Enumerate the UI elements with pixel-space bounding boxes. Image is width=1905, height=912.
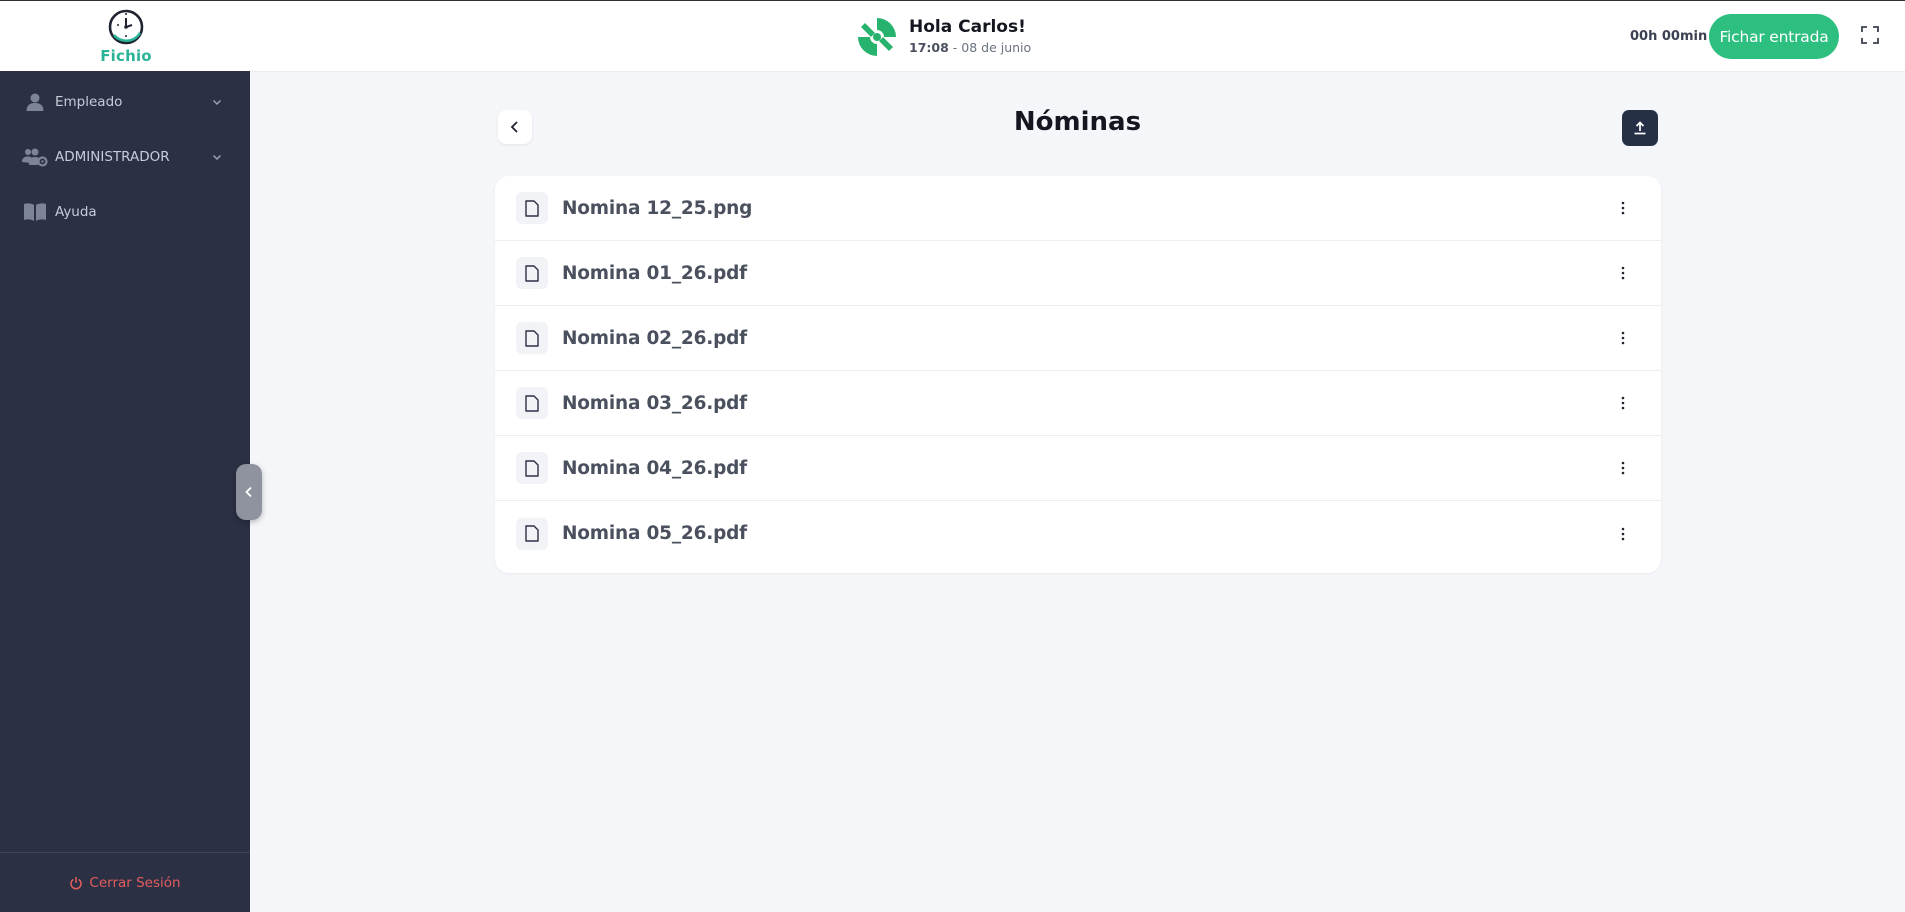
sidebar-item-ayuda[interactable]: Ayuda (0, 191, 250, 233)
more-options-icon[interactable] (1615, 261, 1631, 285)
avatar[interactable] (857, 17, 897, 57)
file-icon (516, 257, 548, 289)
chevron-left-icon (245, 486, 252, 498)
datetime-text: 17:08 - 08 de junio (909, 38, 1031, 58)
top-bar: Fichio Hola Carlos! 17:08 - 08 de junio … (0, 0, 1905, 71)
logout-label: Cerrar Sesión (89, 874, 181, 891)
file-row[interactable]: Nomina 05_26.pdf (495, 501, 1661, 566)
user-icon (22, 90, 48, 114)
file-name: Nomina 02_26.pdf (562, 327, 748, 349)
greeting-text: Hola Carlos! (909, 17, 1026, 37)
logo-text: Fichio (100, 47, 152, 65)
file-name: Nomina 01_26.pdf (562, 262, 748, 284)
power-icon (70, 876, 83, 889)
file-row[interactable]: Nomina 02_26.pdf (495, 306, 1661, 371)
file-name: Nomina 05_26.pdf (562, 523, 748, 544)
back-button[interactable] (498, 110, 532, 144)
chevron-left-icon (510, 121, 518, 133)
file-name: Nomina 12_25.png (562, 197, 753, 219)
fullscreen-icon[interactable] (1860, 25, 1880, 45)
upload-button[interactable] (1622, 110, 1658, 146)
file-row[interactable]: Nomina 12_25.png (495, 176, 1661, 241)
more-options-icon[interactable] (1615, 522, 1631, 546)
file-icon (516, 192, 548, 224)
chevron-down-icon (212, 154, 222, 161)
current-time: 17:08 (909, 40, 949, 55)
file-name: Nomina 03_26.pdf (562, 392, 748, 414)
file-icon (516, 452, 548, 484)
sidebar-collapse-handle[interactable] (236, 464, 262, 520)
more-options-icon[interactable] (1615, 326, 1631, 350)
worked-time: 00h 00min (1630, 29, 1708, 44)
file-icon (516, 387, 548, 419)
file-name: Nomina 04_26.pdf (562, 457, 748, 479)
file-row[interactable]: Nomina 03_26.pdf (495, 371, 1661, 436)
datetime-separator: - (948, 40, 962, 55)
page-title: Nóminas (1013, 107, 1142, 137)
file-icon (516, 322, 548, 354)
sidebar-item-empleado[interactable]: Empleado (0, 81, 250, 123)
sidebar-item-label: ADMINISTRADOR (55, 149, 170, 165)
users-gear-icon (22, 145, 48, 169)
more-options-icon[interactable] (1615, 196, 1631, 220)
chevron-down-icon (212, 99, 222, 106)
clock-in-button[interactable]: Fichar entrada (1709, 14, 1839, 59)
current-date: 08 de junio (961, 40, 1032, 55)
app-logo[interactable]: Fichio (100, 7, 152, 69)
clock-logo-icon (108, 9, 144, 45)
file-row[interactable]: Nomina 01_26.pdf (495, 241, 1661, 306)
sidebar-item-administrador[interactable]: ADMINISTRADOR (0, 136, 250, 178)
file-list: Nomina 12_25.png Nomina 01_26.pdf Nomina… (495, 176, 1661, 573)
logout-button[interactable]: Cerrar Sesión (0, 852, 250, 912)
book-icon (22, 200, 48, 224)
more-options-icon[interactable] (1615, 456, 1631, 480)
file-row[interactable]: Nomina 04_26.pdf (495, 436, 1661, 501)
sidebar-item-label: Empleado (55, 94, 123, 110)
upload-icon (1634, 121, 1646, 135)
sidebar: Empleado ADMINISTRADOR Ayuda Cerrar Sesi… (0, 71, 250, 912)
more-options-icon[interactable] (1615, 391, 1631, 415)
sidebar-item-label: Ayuda (55, 204, 97, 220)
user-greeting: Hola Carlos! 17:08 - 08 de junio (857, 16, 1031, 58)
file-icon (516, 517, 548, 550)
